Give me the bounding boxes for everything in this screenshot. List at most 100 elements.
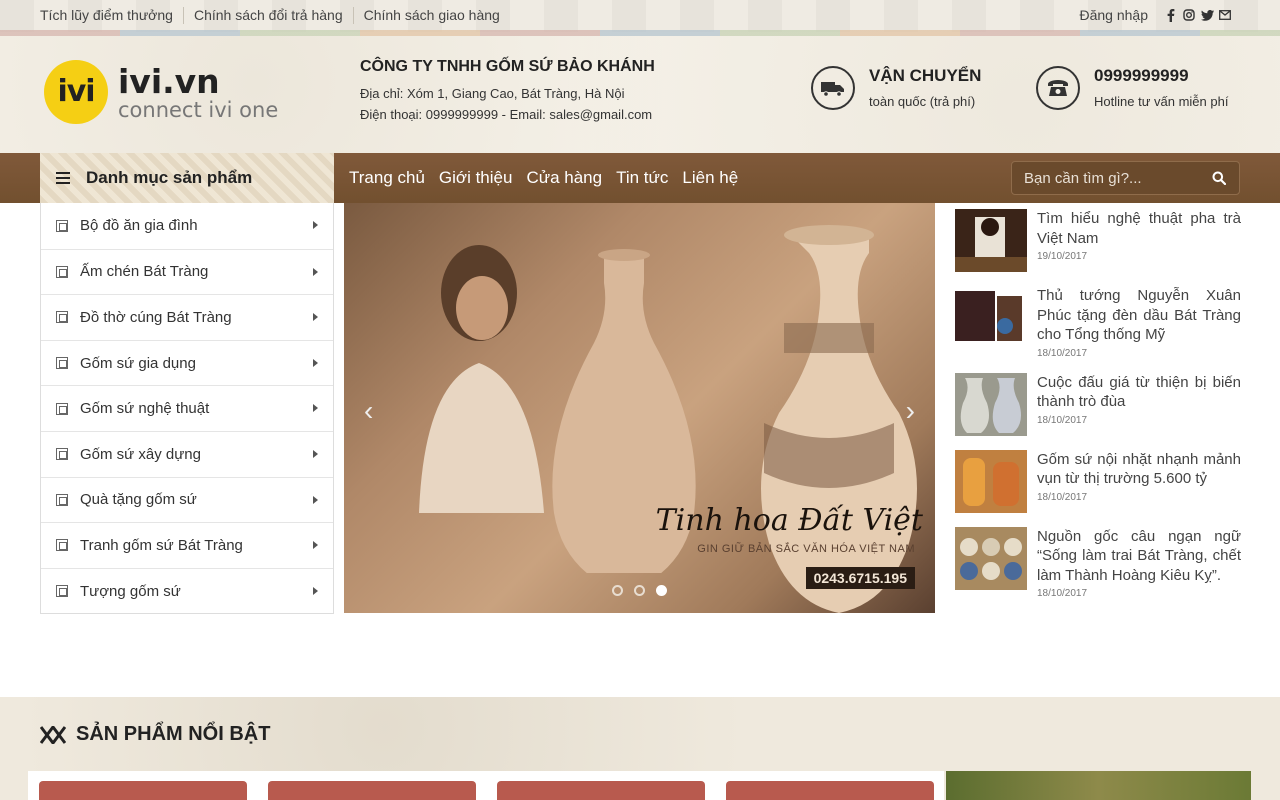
category-menu-toggle[interactable]: Danh mục sản phẩm — [40, 153, 334, 203]
hotline-number[interactable]: 0999999999 — [1094, 66, 1228, 86]
category-item[interactable]: Gốm sứ nghệ thuật — [41, 385, 333, 431]
category-item[interactable]: Ấm chén Bát Tràng — [41, 248, 333, 295]
category-list: Bộ đồ ăn gia đình Ấm chén Bát Tràng Đồ t… — [40, 203, 334, 615]
category-label: Tranh gốm sứ Bát Tràng — [80, 536, 243, 554]
news-date: 18/10/2017 — [1037, 588, 1088, 599]
chevron-right-icon — [313, 449, 318, 458]
category-bullet-icon — [56, 402, 68, 415]
top-link-returns[interactable]: Chính sách đổi trả hàng — [182, 7, 353, 24]
chevron-right-icon — [313, 404, 318, 413]
category-bullet-icon — [56, 311, 68, 324]
telephone-icon — [1036, 66, 1080, 110]
top-links: Tích lũy điểm thưởng Chính sách đổi trả … — [40, 7, 510, 24]
hero-slider[interactable]: ‹ › Tinh hoa Đất Việt GIN GIỮ BẢN SẮC VĂ… — [344, 203, 935, 613]
news-item[interactable]: Thủ tướng Nguyễn Xuân Phúc tặng đèn dầu … — [955, 286, 1241, 359]
category-bullet-icon — [56, 493, 68, 506]
nav-contact[interactable]: Liên hệ — [682, 168, 738, 188]
product-card[interactable] — [268, 781, 476, 800]
category-label: Gốm sứ nghệ thuật — [80, 400, 210, 418]
news-date: 18/10/2017 — [1037, 347, 1088, 359]
news-item[interactable]: Nguồn gốc câu ngạn ngữ “Sống làm trai Bá… — [955, 526, 1241, 599]
category-item[interactable]: Gốm sứ gia dụng — [41, 339, 333, 386]
email-icon[interactable] — [1218, 8, 1232, 22]
news-date: 18/10/2017 — [1037, 414, 1088, 426]
search-box — [1011, 161, 1240, 195]
product-card[interactable] — [39, 781, 247, 800]
category-bullet-icon — [56, 219, 68, 232]
nav-about[interactable]: Giới thiệu — [439, 168, 513, 188]
news-title[interactable]: Gốm sứ nội nhặt nhạnh mảnh vụn từ thị tr… — [1037, 450, 1241, 489]
category-item[interactable]: Đồ thờ cúng Bát Tràng — [41, 294, 333, 340]
logo-mark[interactable]: ivi — [44, 60, 108, 124]
top-right: Đăng nhập — [1079, 7, 1232, 23]
featured-title: SẢN PHẨM NỔI BẬT — [76, 723, 271, 745]
category-item[interactable]: Tượng gốm sứ — [41, 567, 333, 614]
category-label: Quà tặng gốm sứ — [80, 491, 197, 509]
category-label: Bộ đồ ăn gia đình — [80, 217, 198, 235]
slider-headline: Tinh hoa Đất Việt — [655, 503, 923, 538]
chevron-right-icon — [313, 358, 318, 367]
artisan-figure — [419, 245, 544, 513]
news-item[interactable]: Cuộc đấu giá từ thiện bị biến thành trò … — [955, 372, 1241, 436]
category-item[interactable]: Bộ đồ ăn gia đình — [41, 203, 333, 249]
logo-name[interactable]: ivi.vn — [118, 62, 220, 101]
news-title[interactable]: Nguồn gốc câu ngạn ngữ “Sống làm trai Bá… — [1037, 527, 1241, 586]
category-heading: Danh mục sản phẩm — [86, 168, 253, 187]
category-label: Gốm sứ gia dụng — [80, 354, 196, 372]
news-thumbnail[interactable] — [955, 449, 1027, 513]
news-item[interactable]: Tìm hiểu nghệ thuật pha trà Việt Nam 19/1… — [955, 209, 1241, 272]
news-thumbnail[interactable] — [955, 372, 1027, 436]
news-item[interactable]: Gốm sứ nội nhặt nhạnh mảnh vụn từ thị tr… — [955, 449, 1241, 513]
chevron-right-icon — [313, 313, 318, 322]
slider-phone: 0243.6715.195 — [805, 567, 915, 589]
news-date: 19/10/2017 — [1037, 251, 1088, 262]
news-thumbnail[interactable] — [955, 286, 1027, 349]
slider-dot[interactable] — [634, 585, 645, 596]
category-item[interactable]: Tranh gốm sứ Bát Tràng — [41, 522, 333, 568]
truck-icon — [811, 66, 855, 110]
instagram-icon[interactable] — [1182, 8, 1196, 22]
news-thumbnail[interactable] — [955, 209, 1027, 272]
category-bullet-icon — [56, 539, 68, 552]
shipping-title: VẬN CHUYỂN — [869, 66, 982, 85]
search-input[interactable] — [1012, 169, 1202, 187]
category-item[interactable]: Gốm sứ xây dựng — [41, 430, 333, 477]
slider-dot[interactable] — [612, 585, 623, 596]
nav-home[interactable]: Trang chủ — [349, 168, 425, 188]
company-info: CÔNG TY TNHH GỐM SỨ BẢO KHÁNH Địa chỉ: X… — [360, 58, 655, 122]
category-item[interactable]: Quà tặng gốm sứ — [41, 476, 333, 523]
news-list: Tìm hiểu nghệ thuật pha trà Việt Nam 19/1… — [955, 209, 1241, 613]
login-link[interactable]: Đăng nhập — [1079, 7, 1148, 23]
company-address: Địa chỉ: Xóm 1, Giang Cao, Bát Tràng, Hà… — [360, 86, 625, 101]
slider-dots — [612, 585, 678, 596]
search-icon[interactable] — [1202, 162, 1236, 194]
news-thumbnail[interactable] — [955, 526, 1027, 590]
category-label: Đồ thờ cúng Bát Tràng — [80, 308, 232, 326]
side-promo-banner[interactable] — [946, 771, 1251, 800]
twitter-icon[interactable] — [1200, 8, 1214, 22]
nav-news[interactable]: Tin tức — [616, 168, 668, 188]
nav-shop[interactable]: Cửa hàng — [526, 168, 602, 188]
hamburger-icon — [56, 172, 70, 184]
news-title[interactable]: Tìm hiểu nghệ thuật pha trà Việt Nam — [1037, 209, 1241, 248]
main-nav: Danh mục sản phẩm Trang chủ Giới thiệu C… — [0, 153, 1280, 203]
facebook-icon[interactable] — [1164, 8, 1178, 22]
top-link-rewards[interactable]: Tích lũy điểm thưởng — [40, 7, 183, 24]
category-bullet-icon — [56, 585, 68, 598]
shipping-subtitle: toàn quốc (trả phí) — [869, 94, 976, 109]
chevron-right-icon — [313, 541, 318, 550]
category-bullet-icon — [56, 265, 68, 278]
category-label: Gốm sứ xây dựng — [80, 445, 201, 463]
featured-section: SẢN PHẨM NỔI BẬT — [0, 697, 1280, 800]
chevron-right-icon — [313, 267, 318, 276]
news-title[interactable]: Thủ tướng Nguyễn Xuân Phúc tặng đèn dầu … — [1037, 286, 1241, 345]
slider-prev-icon[interactable]: ‹ — [364, 395, 373, 427]
slider-next-icon[interactable]: › — [906, 395, 915, 427]
product-card[interactable] — [726, 781, 934, 800]
top-link-shipping[interactable]: Chính sách giao hàng — [352, 7, 510, 24]
hotline-caption: Hotline tư vấn miễn phí — [1094, 94, 1229, 109]
category-label: Ấm chén Bát Tràng — [80, 263, 209, 281]
product-card[interactable] — [497, 781, 705, 800]
slider-dot-active[interactable] — [656, 585, 667, 596]
news-title[interactable]: Cuộc đấu giá từ thiện bị biến thành trò … — [1037, 373, 1241, 412]
